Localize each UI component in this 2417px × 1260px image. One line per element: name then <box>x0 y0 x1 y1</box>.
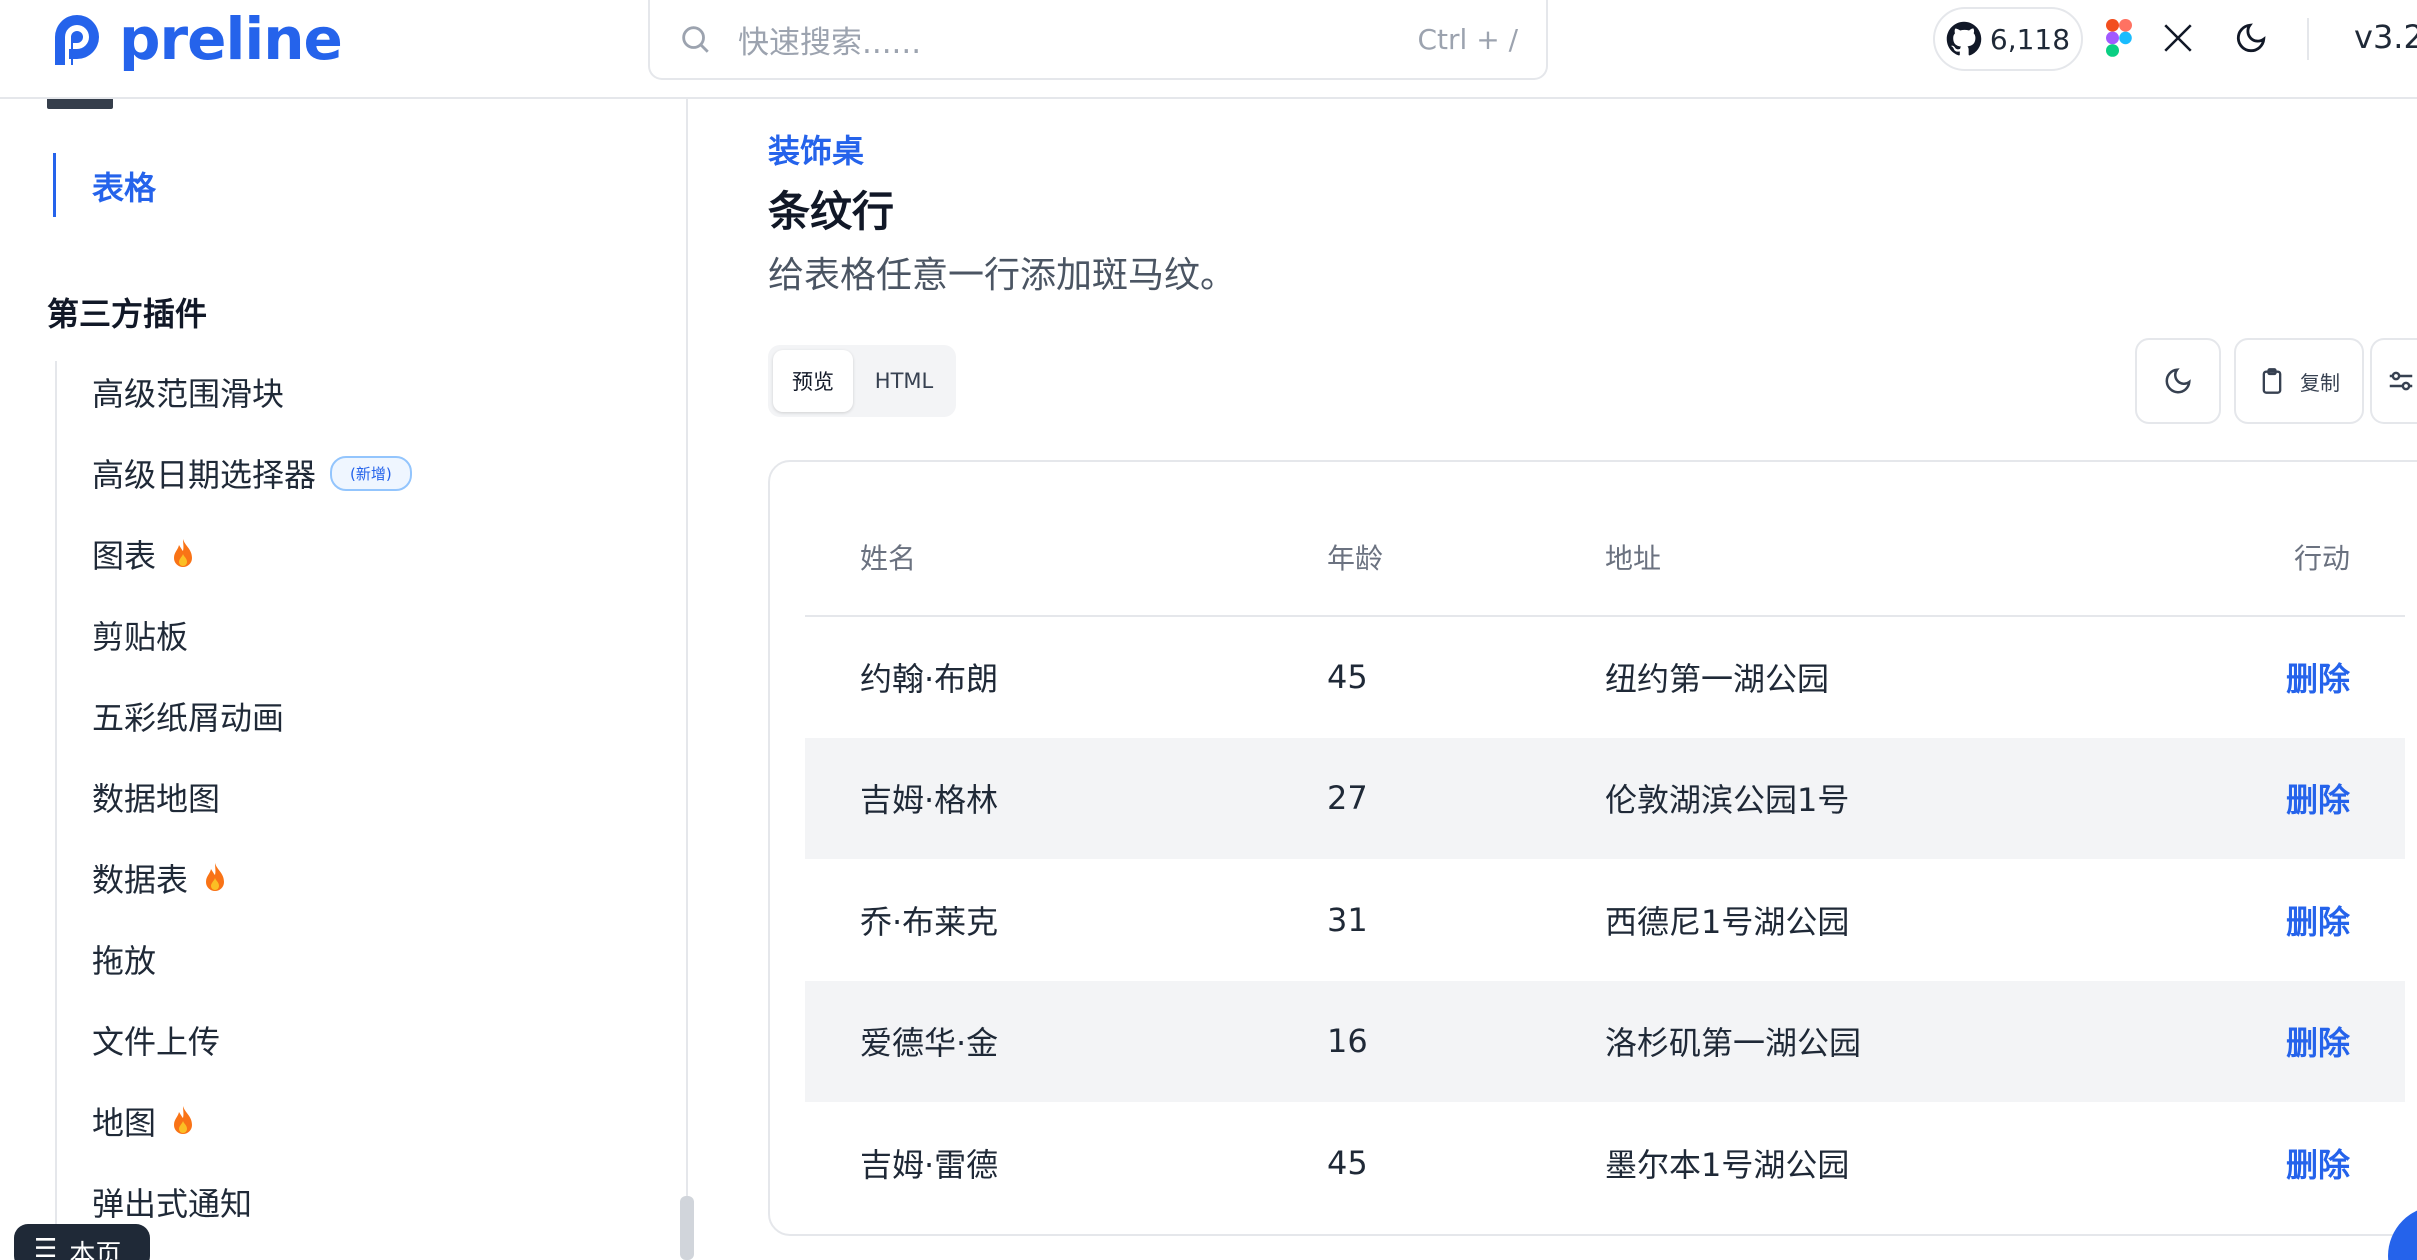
sidebar-item-file-upload[interactable]: 文件上传 <box>92 1017 220 1063</box>
sidebar-active-indicator <box>53 153 56 217</box>
sidebar-item-datatables[interactable]: 数据表 <box>92 855 228 901</box>
cell-address: 伦敦湖滨公园1号 <box>1550 737 2265 859</box>
sidebar-item-label: 五彩纸屑动画 <box>92 699 285 737</box>
cell-name: 吉姆·格林 <box>805 737 1272 859</box>
settings-button[interactable] <box>2370 338 2417 424</box>
header-divider <box>2307 18 2309 60</box>
sliders-icon <box>2389 371 2413 391</box>
sidebar-item-maps[interactable]: 地图 <box>92 1098 196 1144</box>
sidebar-item-advanced-datepicker[interactable]: 高级日期选择器 (新增) <box>92 450 412 496</box>
search-icon <box>682 26 709 53</box>
top-header: preline 快速搜索...... Ctrl + / 6,118 v3.2 <box>0 0 2417 99</box>
sidebar-item-label: 图表 <box>92 537 157 575</box>
column-header-address: 地址 <box>1550 498 2265 617</box>
section-kicker: 装饰桌 <box>768 132 865 170</box>
preview-card: 姓名 年龄 地址 行动 约翰·布朗 45 纽约第一湖公园 删除 吉姆·格林 27… <box>768 460 2417 1236</box>
delete-button[interactable]: 删除 <box>2265 616 2405 738</box>
table-row: 爱德华·金 16 洛杉矶第一湖公园 删除 <box>805 980 2405 1102</box>
table-row: 乔·布莱克 31 西德尼1号湖公园 删除 <box>805 859 2405 981</box>
delete-button[interactable]: 删除 <box>2265 1102 2405 1224</box>
sidebar-item-charts[interactable]: 图表 <box>92 531 196 577</box>
sidebar-item-tables[interactable]: 表格 <box>92 163 156 209</box>
sidebar-section-heading: 第三方插件 <box>47 295 208 333</box>
sidebar-item-advanced-range-slider[interactable]: 高级范围滑块 <box>92 369 284 415</box>
cell-name: 约翰·布朗 <box>860 660 999 699</box>
fire-icon <box>174 539 193 567</box>
sidebar-divider <box>686 99 688 1260</box>
column-header-action: 行动 <box>2265 498 2405 617</box>
column-header-age: 年龄 <box>1272 498 1550 617</box>
cell-address: 西德尼1号湖公园 <box>1605 902 1850 941</box>
github-icon <box>1946 21 1982 56</box>
new-badge: (新增) <box>330 455 412 491</box>
sidebar-item-label: 数据表 <box>92 861 189 899</box>
figma-icon[interactable] <box>2099 18 2139 58</box>
x-twitter-icon[interactable] <box>2158 18 2198 58</box>
page-title: 条纹行 <box>768 187 895 236</box>
sidebar-item-drag-drop[interactable]: 拖放 <box>92 936 156 982</box>
sidebar-item-label: 文件上传 <box>92 1023 221 1061</box>
preline-logo-icon <box>55 15 99 65</box>
striped-table: 姓名 年龄 地址 行动 约翰·布朗 45 纽约第一湖公园 删除 吉姆·格林 27… <box>805 498 2405 1224</box>
table-row: 吉姆·格林 27 伦敦湖滨公园1号 删除 <box>805 737 2405 859</box>
sidebar: 表格 第三方插件 高级范围滑块 高级日期选择器 (新增) 图表 剪贴板 五彩纸屑… <box>0 99 686 1260</box>
tab-html[interactable]: HTML <box>859 350 949 412</box>
table-header-row: 姓名 年龄 地址 行动 <box>805 498 2405 617</box>
table-row: 约翰·布朗 45 纽约第一湖公园 删除 <box>805 616 2405 738</box>
cell-age: 31 <box>1327 900 1368 939</box>
logo-text: preline <box>119 5 343 73</box>
tab-preview[interactable]: 预览 <box>773 350 853 412</box>
version-selector[interactable]: v3.2 <box>2354 18 2417 56</box>
delete-button[interactable]: 删除 <box>2265 859 2405 981</box>
github-star-count: 6,118 <box>1989 22 2071 56</box>
sidebar-item-confetti[interactable]: 五彩纸屑动画 <box>92 693 284 739</box>
cell-name: 吉姆·雷德 <box>860 1145 999 1184</box>
sidebar-tree-line <box>55 361 57 1260</box>
cell-address: 洛杉矶第一湖公园 <box>1550 980 2265 1102</box>
table-row: 吉姆·雷德 45 墨尔本1号湖公园 删除 <box>805 1102 2405 1224</box>
view-tabs: 预览 HTML <box>768 345 956 417</box>
sidebar-item-toast[interactable]: 弹出式通知 <box>92 1179 252 1225</box>
sidebar-item-label: 高级日期选择器 <box>92 456 317 494</box>
sidebar-item-label: 高级范围滑块 <box>92 375 285 413</box>
github-stars-button[interactable]: 6,118 <box>1933 7 2083 71</box>
fire-icon <box>206 863 225 891</box>
moon-icon <box>2165 368 2191 394</box>
cell-age: 45 <box>1327 658 1368 697</box>
sidebar-item-label: 剪贴板 <box>92 618 189 656</box>
sidebar-item-clipboard[interactable]: 剪贴板 <box>92 612 188 658</box>
clipboard-icon <box>2262 368 2282 394</box>
this-page-label: 本页 <box>69 1240 122 1260</box>
sidebar-item-label: 地图 <box>92 1104 157 1142</box>
search-input[interactable]: 快速搜索...... Ctrl + / <box>648 0 1548 80</box>
table-wrapper: 姓名 年龄 地址 行动 约翰·布朗 45 纽约第一湖公园 删除 吉姆·格林 27… <box>805 498 2405 1224</box>
column-header-name: 姓名 <box>805 498 1272 617</box>
search-shortcut: Ctrl + / <box>1417 22 1518 56</box>
delete-button[interactable]: 删除 <box>2265 737 2405 859</box>
page-description: 给表格任意一行添加斑马纹。 <box>768 255 1237 296</box>
copy-label: 复制 <box>2300 370 2340 395</box>
delete-button[interactable]: 删除 <box>2265 980 2405 1102</box>
cell-address: 墨尔本1号湖公园 <box>1605 1145 1850 1184</box>
logo[interactable]: preline <box>47 5 343 73</box>
sidebar-item-label: 弹出式通知 <box>92 1185 253 1223</box>
list-icon: ☰ <box>34 1234 58 1260</box>
cell-age: 45 <box>1327 1143 1368 1182</box>
sidebar-cut-heading <box>47 99 113 109</box>
sidebar-item-label: 拖放 <box>92 942 157 980</box>
cell-age: 16 <box>1272 980 1550 1102</box>
fire-icon <box>174 1106 193 1134</box>
preview-dark-mode-button[interactable] <box>2135 338 2221 424</box>
sidebar-item-label: 数据地图 <box>92 780 221 818</box>
search-placeholder: 快速搜索...... <box>738 24 922 61</box>
sidebar-item-datamaps[interactable]: 数据地图 <box>92 774 220 820</box>
dark-mode-toggle-icon[interactable] <box>2231 18 2271 58</box>
this-page-button[interactable]: ☰ 本页 <box>14 1224 150 1260</box>
cell-name: 乔·布莱克 <box>860 902 999 941</box>
copy-button[interactable]: 复制 <box>2234 338 2364 424</box>
sidebar-scrollbar[interactable] <box>680 1196 694 1260</box>
cell-age: 27 <box>1272 737 1550 859</box>
cell-address: 纽约第一湖公园 <box>1605 660 1830 699</box>
cell-name: 爱德华·金 <box>805 980 1272 1102</box>
